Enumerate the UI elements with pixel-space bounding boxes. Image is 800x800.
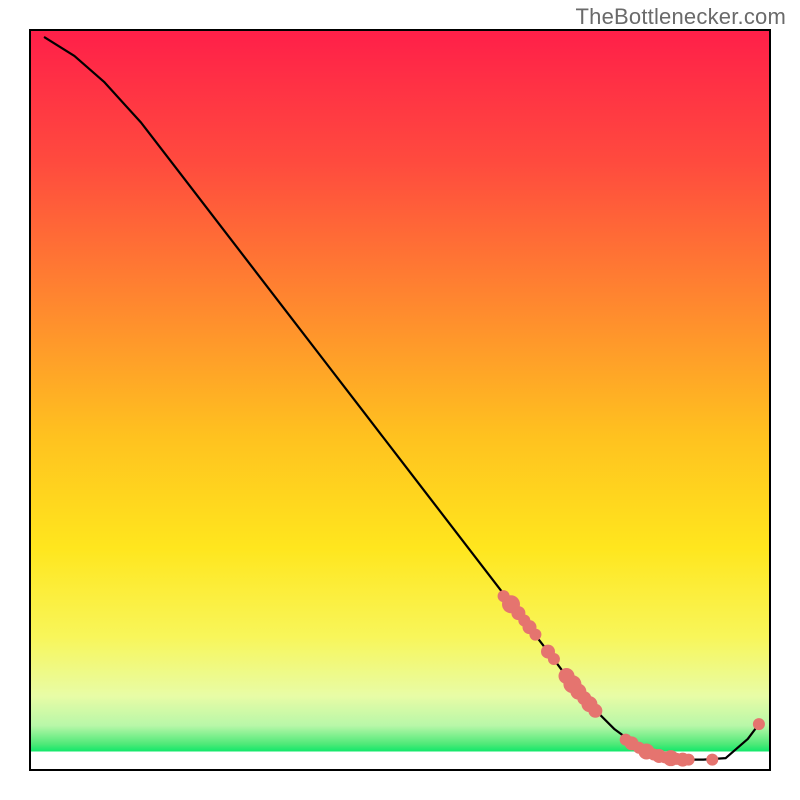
highlight-point [753, 718, 765, 730]
highlight-point [529, 629, 541, 641]
highlight-point [706, 754, 718, 766]
watermark-label: TheBottlenecker.com [576, 4, 786, 30]
chart-container: TheBottlenecker.com [0, 0, 800, 800]
highlight-point [588, 704, 602, 718]
chart-svg [0, 0, 800, 800]
highlight-point [683, 754, 695, 766]
plot-background [30, 30, 770, 770]
highlight-point [548, 653, 560, 665]
